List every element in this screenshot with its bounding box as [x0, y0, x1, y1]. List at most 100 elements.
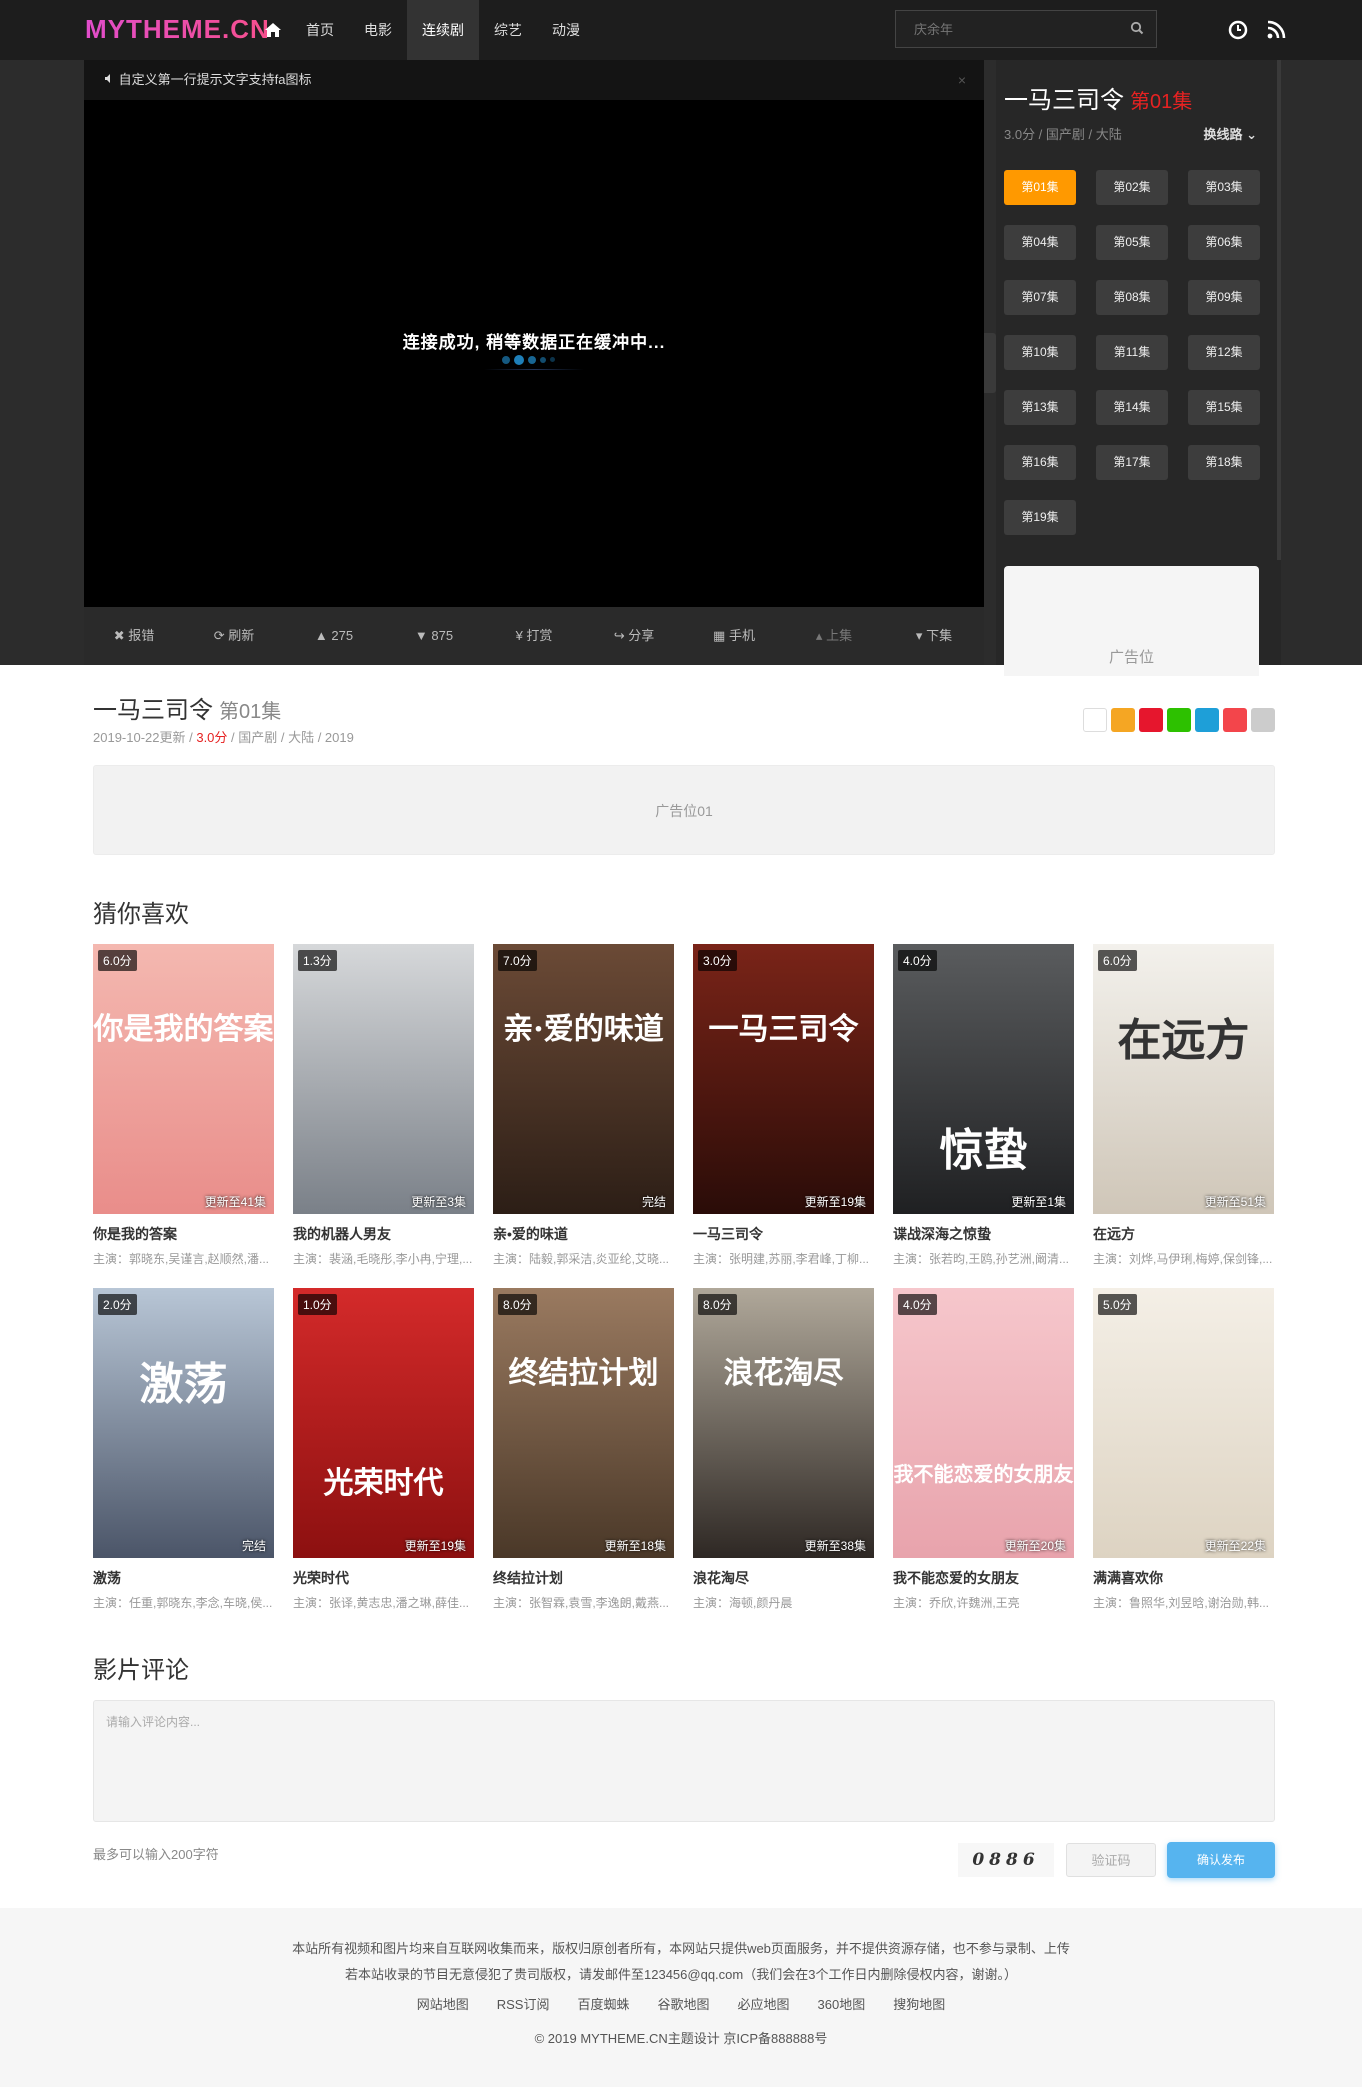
video-name[interactable]: 终结拉计划: [493, 1568, 674, 1588]
episode-button[interactable]: 第18集: [1188, 445, 1260, 480]
episode-button[interactable]: 第15集: [1188, 390, 1260, 425]
rss-icon[interactable]: [1267, 20, 1286, 42]
panel-scrollbar[interactable]: [1277, 60, 1281, 560]
nav-item-home[interactable]: 首页: [291, 0, 349, 60]
video-card[interactable]: 光荣时代 1.0分 更新至19集 光荣时代 主演：张译,黄志忠,潘之琳,薛佳...: [293, 1288, 474, 1610]
video-card[interactable]: 一马三司令 3.0分 更新至19集 一马三司令 主演：张明建,苏丽,李君峰,丁柳...: [693, 944, 874, 1266]
episode-button[interactable]: 第04集: [1004, 225, 1076, 260]
nav-item-variety[interactable]: 综艺: [479, 0, 537, 60]
next-episode-button[interactable]: ▾ 下集: [884, 607, 984, 665]
nav-item-movie[interactable]: 电影: [349, 0, 407, 60]
search-icon[interactable]: [1130, 21, 1144, 38]
episode-button[interactable]: 第07集: [1004, 280, 1076, 315]
video-name[interactable]: 一马三司令: [693, 1224, 874, 1244]
history-clock-icon[interactable]: [1228, 20, 1248, 43]
video-name[interactable]: 光荣时代: [293, 1568, 474, 1588]
poster-image[interactable]: 1.3分 更新至3集: [293, 944, 474, 1214]
captcha-image[interactable]: 0886: [958, 1843, 1054, 1877]
ad-banner[interactable]: 广告位01: [93, 765, 1275, 855]
panel-ad[interactable]: 广告位: [1004, 566, 1259, 676]
episode-button[interactable]: 第12集: [1188, 335, 1260, 370]
poster-image[interactable]: 一马三司令 3.0分 更新至19集: [693, 944, 874, 1214]
panel-toggle-handle[interactable]: [984, 333, 996, 393]
video-card[interactable]: 5.0分 更新至22集 满满喜欢你 主演：鲁照华,刘昱晗,谢治勋,韩...: [1093, 1288, 1274, 1610]
episode-button[interactable]: 第16集: [1004, 445, 1076, 480]
video-name[interactable]: 我的机器人男友: [293, 1224, 474, 1244]
comment-textarea[interactable]: 请输入评论内容...: [93, 1700, 1275, 1822]
episode-button[interactable]: 第01集: [1004, 170, 1076, 205]
mobile-button[interactable]: ▦ 手机: [684, 607, 784, 665]
episode-button[interactable]: 第19集: [1004, 500, 1076, 535]
more-share-icon[interactable]: [1251, 708, 1275, 732]
nav-item-series[interactable]: 连续剧: [407, 0, 479, 60]
video-name[interactable]: 满满喜欢你: [1093, 1568, 1274, 1588]
report-button[interactable]: ✖ 报错: [84, 607, 184, 665]
video-name[interactable]: 你是我的答案: [93, 1224, 274, 1244]
qzone-icon[interactable]: [1111, 708, 1135, 732]
video-card[interactable]: 在远方 6.0分 更新至51集 在远方 主演：刘烨,马伊琍,梅婷,保剑锋,...: [1093, 944, 1274, 1266]
qq-icon[interactable]: [1223, 708, 1247, 732]
video-name[interactable]: 浪花淘尽: [693, 1568, 874, 1588]
episode-button[interactable]: 第03集: [1188, 170, 1260, 205]
episode-button[interactable]: 第17集: [1096, 445, 1168, 480]
tieba-icon[interactable]: [1195, 708, 1219, 732]
video-card[interactable]: 你是我的答案 6.0分 更新至41集 你是我的答案 主演：郭晓东,吴谨言,赵顺然,潘..…: [93, 944, 274, 1266]
weibo-icon[interactable]: [1139, 708, 1163, 732]
share-link-icon[interactable]: [1083, 708, 1107, 732]
video-card[interactable]: 惊蛰 4.0分 更新至1集 谍战深海之惊蛰 主演：张若昀,王鸥,孙艺洲,阚清...: [893, 944, 1074, 1266]
episode-button[interactable]: 第06集: [1188, 225, 1260, 260]
footer-link-sitemap[interactable]: 网站地图: [417, 1994, 469, 2013]
refresh-button[interactable]: ⟳ 刷新: [184, 607, 284, 665]
search-input[interactable]: [896, 11, 1116, 47]
video-name[interactable]: 我不能恋爱的女朋友: [893, 1568, 1074, 1588]
site-logo[interactable]: MYTHEME.CN: [85, 14, 270, 45]
submit-comment-button[interactable]: 确认发布: [1167, 1842, 1275, 1878]
video-card[interactable]: 亲·爱的味道 7.0分 完结 亲•爱的味道 主演：陆毅,郭采洁,炎亚纶,艾晓...: [493, 944, 674, 1266]
video-name[interactable]: 激荡: [93, 1568, 274, 1588]
video-card[interactable]: 终结拉计划 8.0分 更新至18集 终结拉计划 主演：张智霖,袁雪,李逸朗,戴燕...: [493, 1288, 674, 1610]
video-card[interactable]: 我不能恋爱的女朋友 4.0分 更新至20集 我不能恋爱的女朋友 主演：乔欣,许魏洲,王亮: [893, 1288, 1074, 1610]
episode-button[interactable]: 第13集: [1004, 390, 1076, 425]
poster-image[interactable]: 浪花淘尽 8.0分 更新至38集: [693, 1288, 874, 1558]
video-card[interactable]: 浪花淘尽 8.0分 更新至38集 浪花淘尽 主演：海顿,颜丹晨: [693, 1288, 874, 1610]
video-card[interactable]: 1.3分 更新至3集 我的机器人男友 主演：裴涵,毛晓彤,李小冉,宁理,...: [293, 944, 474, 1266]
like-button[interactable]: ▲ 275: [284, 607, 384, 665]
footer-link-google[interactable]: 谷歌地图: [658, 1994, 710, 2013]
footer-link-bing[interactable]: 必应地图: [738, 1994, 790, 2013]
footer-link-sogou[interactable]: 搜狗地图: [893, 1994, 945, 2013]
tip-close-icon[interactable]: ×: [958, 60, 966, 100]
poster-image[interactable]: 终结拉计划 8.0分 更新至18集: [493, 1288, 674, 1558]
episode-button[interactable]: 第09集: [1188, 280, 1260, 315]
episode-button[interactable]: 第05集: [1096, 225, 1168, 260]
poster-image[interactable]: 我不能恋爱的女朋友 4.0分 更新至20集: [893, 1288, 1074, 1558]
wechat-icon[interactable]: [1167, 708, 1191, 732]
poster-image[interactable]: 5.0分 更新至22集: [1093, 1288, 1274, 1558]
captcha-input[interactable]: 验证码: [1066, 1843, 1156, 1877]
episode-button[interactable]: 第10集: [1004, 335, 1076, 370]
footer-link-rss[interactable]: RSS订阅: [497, 1994, 550, 2013]
poster-image[interactable]: 光荣时代 1.0分 更新至19集: [293, 1288, 474, 1558]
video-player[interactable]: 自定义第一行提示文字支持fa图标 × 连接成功, 稍等数据正在缓冲中... ✖ …: [84, 60, 984, 665]
video-name[interactable]: 谍战深海之惊蛰: [893, 1224, 1074, 1244]
footer-link-360[interactable]: 360地图: [818, 1994, 866, 2013]
episode-button[interactable]: 第11集: [1096, 335, 1168, 370]
episode-button[interactable]: 第02集: [1096, 170, 1168, 205]
video-card[interactable]: 激荡 2.0分 完结 激荡 主演：任重,郭晓东,李念,车晓,侯...: [93, 1288, 274, 1610]
prev-episode-button[interactable]: ▴ 上集: [784, 607, 884, 665]
dislike-button[interactable]: ▼ 875: [384, 607, 484, 665]
footer-link-baidu[interactable]: 百度蜘蛛: [577, 1994, 629, 2013]
tip-button[interactable]: ¥ 打赏: [484, 607, 584, 665]
home-icon[interactable]: [255, 0, 291, 60]
poster-image[interactable]: 你是我的答案 6.0分 更新至41集: [93, 944, 274, 1214]
poster-image[interactable]: 亲·爱的味道 7.0分 完结: [493, 944, 674, 1214]
episode-button[interactable]: 第08集: [1096, 280, 1168, 315]
poster-image[interactable]: 惊蛰 4.0分 更新至1集: [893, 944, 1074, 1214]
nav-item-anime[interactable]: 动漫: [537, 0, 595, 60]
episode-button[interactable]: 第14集: [1096, 390, 1168, 425]
poster-image[interactable]: 在远方 6.0分 更新至51集: [1093, 944, 1274, 1214]
video-name[interactable]: 在远方: [1093, 1224, 1274, 1244]
share-button[interactable]: ↪ 分享: [584, 607, 684, 665]
poster-image[interactable]: 激荡 2.0分 完结: [93, 1288, 274, 1558]
video-name[interactable]: 亲•爱的味道: [493, 1224, 674, 1244]
switch-line-dropdown[interactable]: 换线路 ⌄: [1203, 124, 1257, 143]
